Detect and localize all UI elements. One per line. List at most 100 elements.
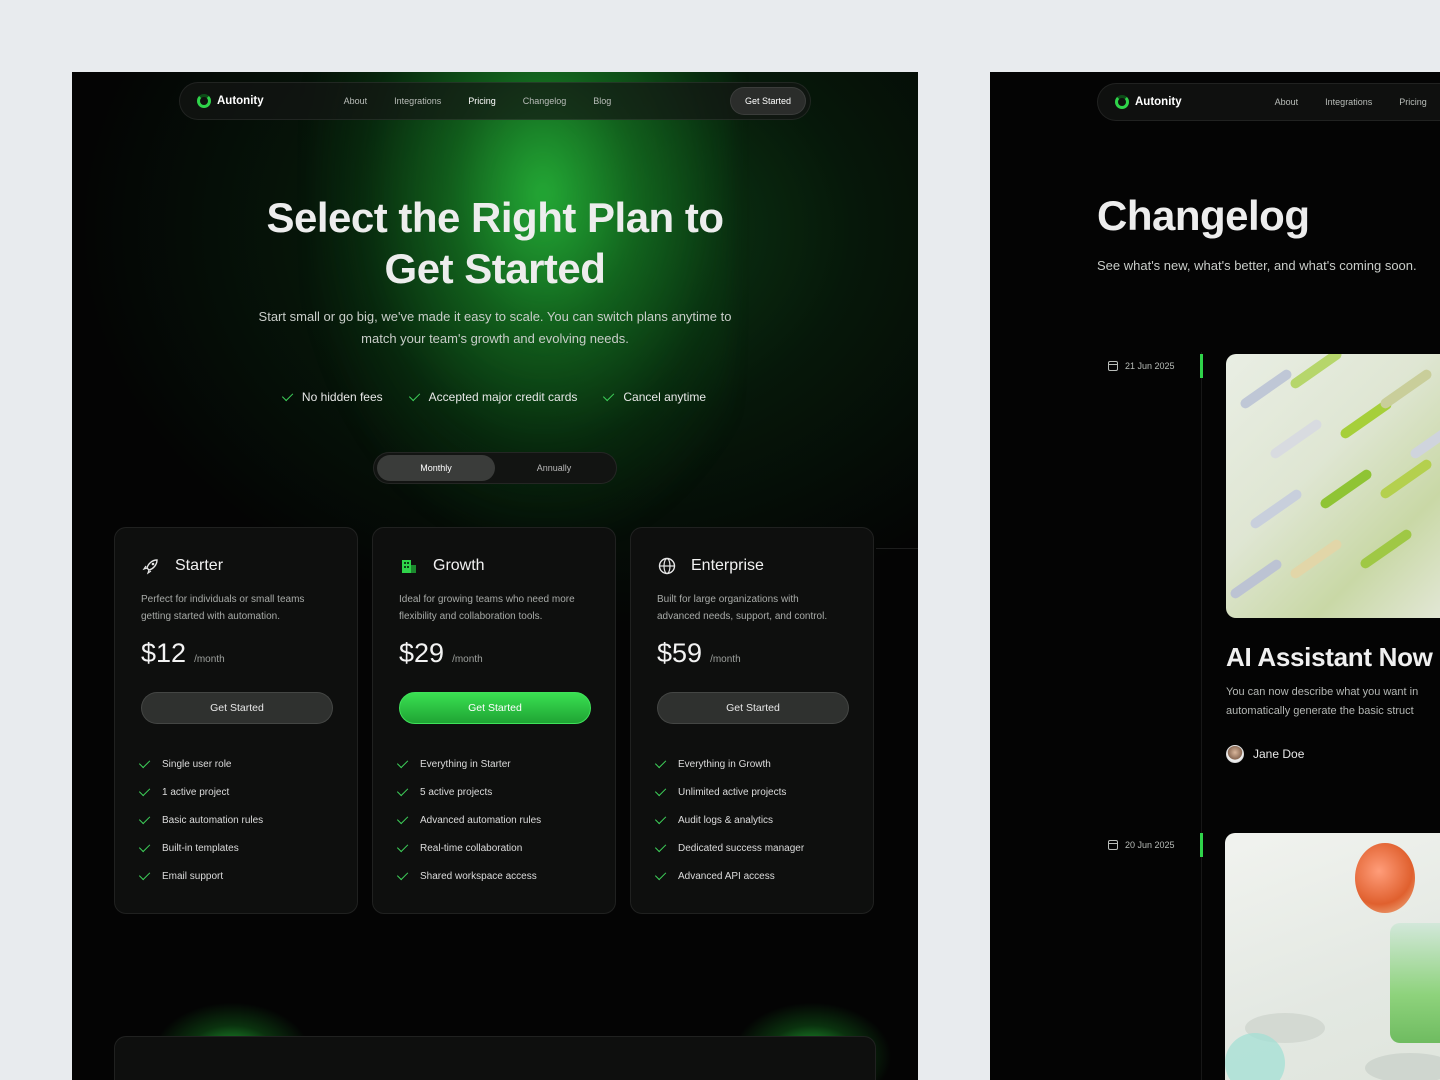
divider bbox=[876, 548, 918, 549]
list-item: Audit logs & analytics bbox=[654, 806, 847, 834]
list-item: Single user role bbox=[138, 750, 331, 778]
plan-feature-list: Everything in Growth Unlimited active pr… bbox=[654, 750, 847, 890]
list-item: Everything in Starter bbox=[396, 750, 589, 778]
entry-title[interactable]: AI Assistant Now I bbox=[1226, 642, 1440, 673]
hero-feature-label: Accepted major credit cards bbox=[428, 390, 578, 404]
nav-links: About Integrations Pricing Changelog Blo… bbox=[344, 96, 639, 106]
top-navbar: Autonity About Integrations Pricing Chan… bbox=[179, 82, 811, 120]
plan-name: Growth bbox=[433, 557, 485, 574]
plan-price: $59 bbox=[657, 638, 703, 668]
entry-date: 21 Jun 2025 bbox=[1108, 361, 1175, 371]
check-icon bbox=[138, 812, 151, 825]
list-item: Advanced API access bbox=[654, 862, 847, 890]
nav-link-blog[interactable]: Blog bbox=[593, 96, 611, 106]
plan-description: Ideal for growing teams who need more fle… bbox=[399, 594, 575, 622]
timeline-line bbox=[1201, 352, 1202, 1080]
hero-subtitle-line-2: match your team's growth and evolving ne… bbox=[361, 331, 629, 346]
list-item: 1 active project bbox=[138, 778, 331, 806]
plan-name: Enterprise bbox=[691, 557, 764, 574]
plan-feature-list: Single user role 1 active project Basic … bbox=[138, 750, 331, 890]
get-started-nav-button[interactable]: Get Started bbox=[730, 87, 806, 115]
list-item: 5 active projects bbox=[396, 778, 589, 806]
list-item: Real-time collaboration bbox=[396, 834, 589, 862]
entry-cover-image[interactable] bbox=[1225, 833, 1440, 1080]
check-icon bbox=[654, 756, 667, 769]
author-name: Jane Doe bbox=[1253, 747, 1305, 761]
list-item: Email support bbox=[138, 862, 331, 890]
plan-price: $29 bbox=[399, 638, 445, 668]
entry-author: Jane Doe bbox=[1226, 745, 1304, 763]
globe-icon bbox=[657, 556, 677, 576]
hero-feature: Cancel anytime bbox=[603, 389, 707, 404]
logo-icon bbox=[1115, 95, 1129, 109]
top-navbar: Autonity About Integrations Pricing bbox=[1097, 83, 1440, 121]
get-started-button[interactable]: Get Started bbox=[399, 692, 591, 724]
next-section-card bbox=[114, 1036, 876, 1080]
plan-period: /month bbox=[194, 654, 225, 665]
check-icon bbox=[396, 812, 409, 825]
check-icon bbox=[654, 812, 667, 825]
check-icon bbox=[281, 389, 294, 402]
building-icon bbox=[399, 556, 419, 576]
entry-cover-image[interactable] bbox=[1226, 354, 1440, 618]
check-icon bbox=[138, 756, 151, 769]
plan-price: $12 bbox=[141, 638, 187, 668]
entry-body: You can now describe what you want in au… bbox=[1226, 686, 1419, 717]
list-item: Advanced automation rules bbox=[396, 806, 589, 834]
plan-name: Starter bbox=[175, 557, 224, 574]
check-icon bbox=[654, 840, 667, 853]
billing-option-monthly[interactable]: Monthly bbox=[377, 455, 495, 481]
nav-link-about[interactable]: About bbox=[344, 96, 368, 106]
check-icon bbox=[396, 868, 409, 881]
billing-option-annually[interactable]: Annually bbox=[495, 455, 613, 481]
pricing-page-panel: Autonity About Integrations Pricing Chan… bbox=[72, 72, 918, 1080]
check-icon bbox=[396, 756, 409, 769]
get-started-button[interactable]: Get Started bbox=[657, 692, 849, 724]
get-started-button[interactable]: Get Started bbox=[141, 692, 333, 724]
entry-date: 20 Jun 2025 bbox=[1108, 840, 1175, 850]
hero-title-line-1: Select the Right Plan to bbox=[266, 194, 724, 241]
plan-description: Built for large organizations with advanc… bbox=[657, 594, 828, 622]
list-item: Unlimited active projects bbox=[654, 778, 847, 806]
nav-link-pricing[interactable]: Pricing bbox=[1399, 97, 1427, 107]
hero-title: Select the Right Plan to Get Started bbox=[72, 192, 918, 294]
nav-link-integrations[interactable]: Integrations bbox=[394, 96, 441, 106]
nav-link-changelog[interactable]: Changelog bbox=[523, 96, 567, 106]
hero-feature: Accepted major credit cards bbox=[408, 389, 578, 404]
check-icon bbox=[408, 389, 420, 402]
entry-date-label: 21 Jun 2025 bbox=[1125, 361, 1175, 371]
plan-description: Perfect for individuals or small teams ge… bbox=[141, 594, 305, 622]
hero-subtitle: Start small or go big, we've made it eas… bbox=[235, 306, 755, 350]
timeline-marker bbox=[1200, 354, 1203, 378]
list-item: Dedicated success manager bbox=[654, 834, 847, 862]
check-icon bbox=[396, 840, 409, 853]
hero-feature-label: No hidden fees bbox=[301, 390, 383, 404]
billing-toggle: Monthly Annually bbox=[373, 452, 617, 484]
logo-icon bbox=[197, 94, 211, 108]
pricing-cards: Starter Perfect for individuals or small… bbox=[114, 527, 874, 914]
list-item: Shared workspace access bbox=[396, 862, 589, 890]
check-icon bbox=[603, 389, 615, 402]
changelog-page-panel: Autonity About Integrations Pricing Chan… bbox=[990, 72, 1440, 1080]
calendar-icon bbox=[1108, 361, 1118, 371]
check-icon bbox=[396, 784, 409, 797]
rocket-icon bbox=[141, 556, 161, 576]
check-icon bbox=[654, 868, 667, 881]
list-item: Built-in templates bbox=[138, 834, 331, 862]
plan-card-starter: Starter Perfect for individuals or small… bbox=[114, 527, 358, 914]
check-icon bbox=[138, 840, 151, 853]
timeline-marker bbox=[1200, 833, 1203, 857]
plan-card-enterprise: Enterprise Built for large organizations… bbox=[630, 527, 874, 914]
list-item: Everything in Growth bbox=[654, 750, 847, 778]
brand-logo[interactable]: Autonity bbox=[197, 94, 264, 108]
nav-link-integrations[interactable]: Integrations bbox=[1325, 97, 1372, 107]
plan-period: /month bbox=[452, 654, 483, 665]
list-item: Basic automation rules bbox=[138, 806, 331, 834]
brand-logo[interactable]: Autonity bbox=[1115, 95, 1182, 109]
check-icon bbox=[654, 784, 667, 797]
check-icon bbox=[138, 868, 151, 881]
nav-link-pricing[interactable]: Pricing bbox=[468, 96, 496, 106]
hero-feature-label: Cancel anytime bbox=[623, 390, 707, 404]
hero-subtitle-line-1: Start small or go big, we've made it eas… bbox=[258, 309, 732, 324]
nav-link-about[interactable]: About bbox=[1275, 97, 1299, 107]
